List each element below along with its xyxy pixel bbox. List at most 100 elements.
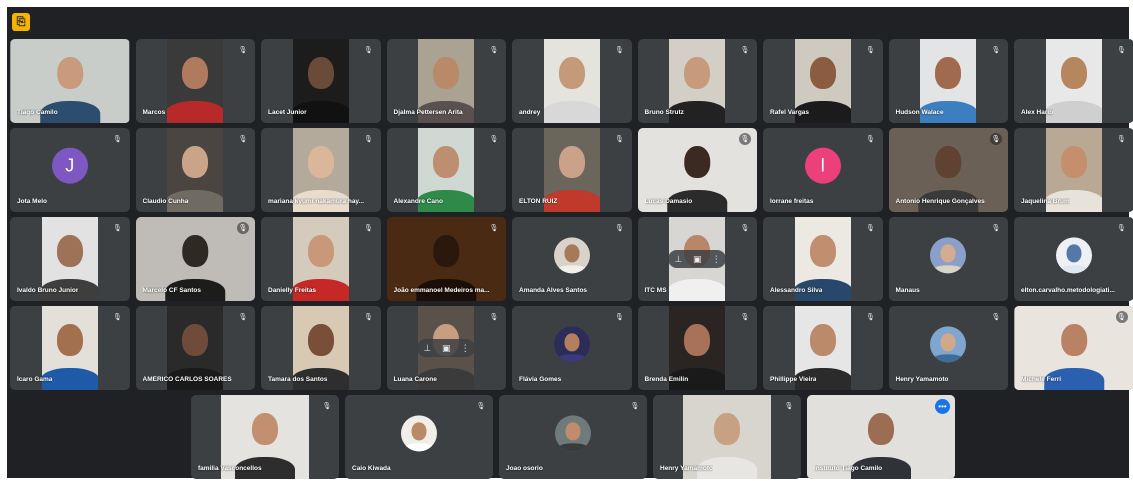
participant-tile[interactable]: 🎙 Antonio Henrique Gonçalves bbox=[888, 128, 1008, 212]
participant-tile[interactable]: Tiago Camilo bbox=[10, 39, 130, 123]
participant-tile[interactable]: 🎙 Flávia Gomes bbox=[512, 306, 632, 390]
microphone-off-icon: 🎙 bbox=[238, 314, 248, 321]
participant-tile[interactable]: 🎙 familia Vasconcellos bbox=[191, 395, 339, 479]
participant-name: ELTON RUIZ bbox=[519, 198, 558, 205]
participant-name: andrey bbox=[519, 109, 541, 116]
pin-icon[interactable]: ⊥ bbox=[672, 254, 684, 265]
participant-tile[interactable]: 🎙 Alexandre Cano bbox=[386, 128, 506, 212]
participant-tile[interactable]: 🎙 Lucas Damasio bbox=[637, 128, 757, 212]
participant-tile[interactable]: 🎙 Phillippe Vieira bbox=[763, 306, 883, 390]
participant-name: mariana kyumi nakamura hay... bbox=[268, 198, 364, 205]
participant-name: Ícaro Gama bbox=[17, 376, 53, 383]
participant-name: AMÉRICO CARLOS SOARES bbox=[142, 376, 232, 383]
participant-name: Marcos bbox=[142, 109, 166, 116]
participant-name: Michele Ferri bbox=[1021, 376, 1062, 383]
participant-tile[interactable]: 🎙 AMÉRICO CARLOS SOARES bbox=[135, 306, 255, 390]
participant-name: Manaus bbox=[895, 287, 920, 294]
microphone-off-icon: 🎙 bbox=[364, 47, 373, 54]
participant-tile[interactable]: 🎙 Jaquelina Brum bbox=[1014, 128, 1133, 212]
participant-tile[interactable]: 🎙 Lacet Junior bbox=[261, 39, 381, 123]
participant-tile[interactable]: J 🎙 Jota Melo bbox=[10, 128, 130, 212]
participant-name: Lucas Damasio bbox=[644, 198, 693, 205]
participant-name: ITC MS bbox=[644, 287, 667, 294]
participant-name: Tiago Camilo bbox=[17, 109, 58, 116]
more-options-icon[interactable]: ••• bbox=[935, 399, 950, 414]
microphone-off-icon: 🎙 bbox=[615, 136, 624, 143]
microphone-off-icon: 🎙 bbox=[866, 314, 875, 321]
microphone-off-icon: 🎙 bbox=[630, 403, 640, 410]
microphone-off-icon: 🎙 bbox=[990, 133, 1002, 145]
microphone-off-icon: 🎙 bbox=[615, 314, 624, 321]
participant-tile[interactable]: 🎙 Ivaldo Bruno Junior bbox=[10, 217, 130, 301]
participant-tile[interactable]: 🎙 João emmanoel Medeiros ma... bbox=[386, 217, 506, 301]
participant-name: Henry Yamamoto bbox=[660, 465, 713, 472]
participant-name: Flávia Gomes bbox=[519, 376, 562, 383]
meeting-stage: ⎘ Tiago Camilo 🎙 Marcos 🎙 Lacet Junior 🎙 Djalm… bbox=[7, 7, 1133, 479]
frame-icon[interactable]: ▣ bbox=[440, 343, 452, 354]
participant-grid-last-row: 🎙 familia Vasconcellos 🎙 Caio Kiwada 🎙 Joao o… bbox=[191, 395, 955, 479]
participant-tile[interactable]: 🎙 elton.carvalho.metodologiati... bbox=[1014, 217, 1133, 301]
microphone-off-icon: 🎙 bbox=[991, 47, 1001, 54]
participant-tile[interactable]: 🎙 Marcelo CF Santos bbox=[135, 217, 255, 301]
participant-name: Danielly Freitas bbox=[268, 287, 317, 294]
more-options-icon[interactable]: ⋮ bbox=[710, 254, 722, 265]
participant-tile[interactable]: ⊥ ▣ ⋮ 🎙 Luana Carone bbox=[386, 306, 506, 390]
microphone-off-icon: 🎙 bbox=[615, 225, 624, 232]
participant-name: Jaquelina Brum bbox=[1021, 198, 1070, 205]
participant-profile-photo bbox=[1055, 237, 1092, 274]
participant-tile[interactable]: 🎙 Djalma Pettersen Arita bbox=[386, 39, 506, 123]
participant-tile[interactable]: 🎙 Alex Harib bbox=[1014, 39, 1133, 123]
frame-icon[interactable]: ▣ bbox=[691, 254, 703, 265]
microphone-off-icon: 🎙 bbox=[615, 47, 624, 54]
microphone-off-icon: 🎙 bbox=[489, 136, 499, 143]
participant-grid: Tiago Camilo 🎙 Marcos 🎙 Lacet Junior 🎙 Djalma … bbox=[10, 39, 1133, 390]
participant-tile[interactable]: 🎙 Manaus bbox=[888, 217, 1008, 301]
participant-tile[interactable]: 🎙 Bruno Strutz bbox=[637, 39, 757, 123]
participant-tile[interactable]: 🎙 Hudson Walace bbox=[888, 39, 1008, 123]
microphone-off-icon: 🎙 bbox=[1117, 47, 1126, 54]
microphone-off-icon: 🎙 bbox=[866, 47, 875, 54]
participant-tile[interactable]: 🎙 ELTON RUIZ bbox=[512, 128, 632, 212]
participant-name: Marcelo CF Santos bbox=[142, 287, 202, 294]
participant-tile[interactable]: 🎙 Ícaro Gama bbox=[10, 306, 130, 390]
participant-profile-photo bbox=[553, 326, 590, 363]
participant-avatar: l bbox=[804, 147, 841, 184]
participant-tile[interactable]: 🎙 Brenda Emilin bbox=[637, 306, 757, 390]
participant-tile[interactable]: l 🎙 lorrane freitas bbox=[763, 128, 883, 212]
microphone-off-icon: 🎙 bbox=[238, 136, 248, 143]
microphone-off-icon: 🎙 bbox=[991, 314, 1001, 321]
microphone-off-icon: 🎙 bbox=[113, 225, 122, 232]
participant-tile[interactable]: 🎙 Michele Ferri bbox=[1014, 306, 1133, 390]
participant-tile[interactable]: 🎙 Henry Yamamoto bbox=[653, 395, 801, 479]
participant-tile[interactable]: 🎙 Rafel Vargas bbox=[763, 39, 883, 123]
participant-tile[interactable]: ••• Instituto Tiago Camilo bbox=[807, 395, 955, 479]
microphone-off-icon: 🎙 bbox=[866, 225, 875, 232]
microphone-off-icon: 🎙 bbox=[476, 403, 486, 410]
participant-name: Instituto Tiago Camilo bbox=[814, 465, 883, 472]
more-options-icon[interactable]: ⋮ bbox=[459, 343, 471, 354]
microphone-off-icon: 🎙 bbox=[364, 314, 373, 321]
pin-icon[interactable]: ⊥ bbox=[421, 343, 433, 354]
participant-tile[interactable]: 🎙 Henry Yamamoto bbox=[888, 306, 1008, 390]
participant-tile[interactable]: 🎙 Claudio Cunha bbox=[135, 128, 255, 212]
participant-profile-photo bbox=[553, 237, 590, 274]
participant-tile[interactable]: ⊥ ▣ ⋮ 🎙 ITC MS bbox=[637, 217, 757, 301]
participant-tile[interactable]: 🎙 andrey bbox=[512, 39, 632, 123]
participant-tile[interactable]: 🎙 Danielly Freitas bbox=[261, 217, 381, 301]
participant-tile[interactable]: 🎙 mariana kyumi nakamura hay... bbox=[261, 128, 381, 212]
microphone-off-icon: 🎙 bbox=[489, 47, 499, 54]
participant-name: Alexandre Cano bbox=[393, 198, 444, 205]
participant-tile[interactable]: 🎙 Amanda Alves Santos bbox=[512, 217, 632, 301]
participant-tile[interactable]: 🎙 Alessandro Silva bbox=[763, 217, 883, 301]
participant-tile[interactable]: 🎙 Caio Kiwada bbox=[345, 395, 493, 479]
participant-tile[interactable]: 🎙 Tamara dos Santos bbox=[261, 306, 381, 390]
participant-profile-photo bbox=[401, 415, 437, 452]
meeting-details-icon[interactable]: ⎘ bbox=[12, 13, 30, 31]
participant-tile[interactable]: 🎙 Marcos bbox=[135, 39, 255, 123]
participant-video bbox=[543, 39, 600, 123]
participant-name: Lacet Junior bbox=[268, 109, 307, 116]
participant-name: familia Vasconcellos bbox=[198, 465, 262, 472]
microphone-off-icon: 🎙 bbox=[866, 136, 875, 143]
microphone-off-icon: 🎙 bbox=[1117, 225, 1126, 232]
participant-tile[interactable]: 🎙 Joao osorio bbox=[499, 395, 647, 479]
